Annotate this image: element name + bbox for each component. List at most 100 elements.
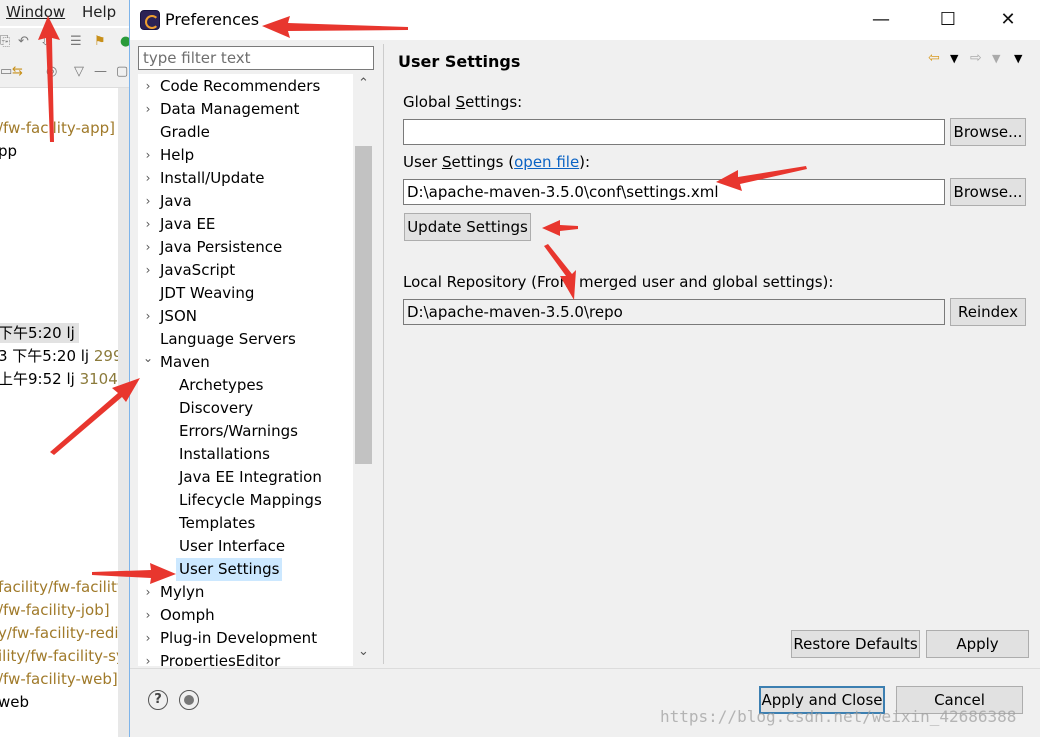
tree-item-label: Java EE [160, 215, 216, 233]
view-menu-icon[interactable]: ▼ [1014, 52, 1022, 65]
tree-item-label: Java Persistence [160, 238, 283, 256]
toolbar-icon[interactable]: ☰ [70, 34, 82, 49]
preferences-dialog: Preferences — ☐ ✕ › Code Recommenders › Dat… [129, 0, 1040, 737]
background-line: 上午9:52 lj 3104 [0, 370, 118, 388]
record-icon[interactable] [179, 690, 199, 710]
tree-item-label: Discovery [179, 399, 254, 417]
scroll-down-icon[interactable]: ⌄ [356, 644, 371, 659]
chevron-right-icon[interactable]: › [142, 144, 154, 167]
background-line: /fw-facility-job] [0, 601, 110, 619]
reindex-button[interactable]: Reindex [950, 298, 1026, 326]
restore-defaults-button[interactable]: Restore Defaults [791, 630, 920, 658]
local-repository-label: Local Repository (From merged user and g… [403, 273, 834, 291]
tree-item-label: JavaScript [160, 261, 236, 279]
update-settings-button[interactable]: Update Settings [404, 213, 531, 241]
chevron-right-icon[interactable]: › [142, 650, 154, 666]
tree-item-label: Templates [179, 514, 256, 532]
background-line: facility/fw-facility- [0, 578, 130, 596]
tree-item-label: Lifecycle Mappings [179, 491, 322, 509]
toolbar-icon[interactable]: ⇩ [40, 34, 51, 49]
chevron-right-icon[interactable]: › [142, 236, 154, 259]
preferences-tree: › Code Recommenders › Data Management Gradle… [138, 74, 374, 666]
pane-splitter[interactable] [383, 44, 387, 664]
user-settings-field[interactable] [403, 179, 945, 205]
chevron-right-icon[interactable]: › [142, 627, 154, 650]
background-line: 3 下午5:20 lj 299 [0, 347, 123, 365]
background-line: y/fw-facility-redi [0, 624, 119, 642]
background-line: /fw-facility-app] [0, 119, 115, 137]
toolbar-icon[interactable]: ⚑ [94, 34, 106, 49]
view-menu-icon[interactable]: ▽ [74, 64, 84, 79]
toolbar-icon[interactable]: ↶ [18, 34, 29, 49]
scroll-up-icon[interactable]: ⌃ [356, 76, 371, 91]
background-line: ility/fw-facility-sy [0, 647, 125, 665]
user-settings-label: User Settings (open file): [403, 153, 591, 171]
chevron-right-icon[interactable]: › [142, 581, 154, 604]
tree-item-label: Archetypes [179, 376, 264, 394]
background-view-toolbar: ▭ ⇆ ◎ ▽ — ▢ [0, 58, 130, 88]
tree-item-label: Maven [160, 353, 210, 371]
page-header: User Settings ⇦ ▼ ⇨ ▼ ▼ [388, 44, 1040, 76]
tree-item-label: Java EE Integration [179, 468, 322, 486]
user-browse-button[interactable]: Browse... [950, 178, 1026, 206]
chevron-right-icon[interactable]: › [142, 604, 154, 627]
chevron-right-icon[interactable]: › [142, 259, 154, 282]
minimize-icon[interactable]: — [858, 6, 904, 34]
tree-item-label: Oomph [160, 606, 215, 624]
back-menu-icon[interactable]: ▼ [950, 52, 958, 65]
tree-item-label: Language Servers [160, 330, 296, 348]
user-settings-page: Global Settings: Browse... User Settings… [388, 80, 1040, 666]
tree-item-label: User Settings [176, 558, 283, 581]
help-icon[interactable]: ? [148, 690, 168, 710]
toolbar-icon[interactable]: ▭ [0, 64, 12, 79]
open-file-link[interactable]: open file [514, 153, 579, 171]
background-line: /fw-facility-web] [0, 670, 118, 688]
background-toolbar: ⎘ ↶ ⇩ ☰ ⚑ ● [0, 28, 130, 58]
toolbar-icon[interactable]: ⎘ [0, 34, 10, 49]
global-settings-field[interactable] [403, 119, 945, 145]
toolbar-icon[interactable]: ◎ [46, 64, 57, 79]
chevron-right-icon[interactable]: › [142, 98, 154, 121]
tree-item-label: JSON [160, 307, 197, 325]
minimize-view-icon[interactable]: — [94, 64, 107, 79]
background-menubar: Window Help [0, 0, 130, 26]
dialog-footer: ? Apply and Close Cancel [130, 668, 1040, 737]
tree-item-label: Installations [179, 445, 270, 463]
filter-input[interactable] [138, 46, 374, 70]
menu-help[interactable]: Help [82, 3, 116, 21]
chevron-right-icon[interactable]: › [142, 75, 154, 98]
tree-item-label: JDT Weaving [160, 284, 255, 302]
local-repository-field[interactable] [403, 299, 945, 325]
menu-window[interactable]: Window [6, 3, 65, 21]
dialog-titlebar[interactable]: Preferences — ☐ ✕ [130, 0, 1040, 40]
global-browse-button[interactable]: Browse... [950, 118, 1026, 146]
tree-item-label: Code Recommenders [160, 77, 321, 95]
forward-menu-icon[interactable]: ▼ [992, 52, 1000, 65]
apply-button[interactable]: Apply [926, 630, 1029, 658]
close-icon[interactable]: ✕ [985, 6, 1031, 34]
chevron-down-icon[interactable]: ⌄ [142, 347, 154, 370]
chevron-right-icon[interactable]: › [142, 213, 154, 236]
background-line: pp [0, 142, 18, 160]
chevron-right-icon[interactable]: › [142, 167, 154, 190]
tree-item-label: User Interface [179, 537, 286, 555]
back-icon[interactable]: ⇦ [928, 50, 940, 66]
tree-item-label: Data Management [160, 100, 300, 118]
eclipse-icon [140, 10, 160, 30]
tree-item-label: Errors/Warnings [179, 422, 298, 440]
page-title: User Settings [398, 52, 521, 71]
forward-icon[interactable]: ⇨ [970, 50, 982, 66]
watermark: https://blog.csdn.net/weixin_42686388 [660, 707, 1017, 726]
chevron-right-icon[interactable]: › [142, 305, 154, 328]
tree-scrollbar[interactable]: ⌃ ⌄ [353, 74, 374, 666]
tree-item-label: Help [160, 146, 195, 164]
tree-item-label: PropertiesEditor [160, 652, 281, 666]
maximize-view-icon[interactable]: ▢ [116, 64, 128, 79]
tree-scrollbar-thumb[interactable] [355, 146, 372, 464]
maximize-icon[interactable]: ☐ [925, 6, 971, 34]
link-editor-icon[interactable]: ⇆ [12, 64, 23, 79]
tree-item-label: Java [160, 192, 192, 210]
tree-item-label: Gradle [160, 123, 210, 141]
chevron-right-icon[interactable]: › [142, 190, 154, 213]
background-line: web [0, 693, 30, 711]
